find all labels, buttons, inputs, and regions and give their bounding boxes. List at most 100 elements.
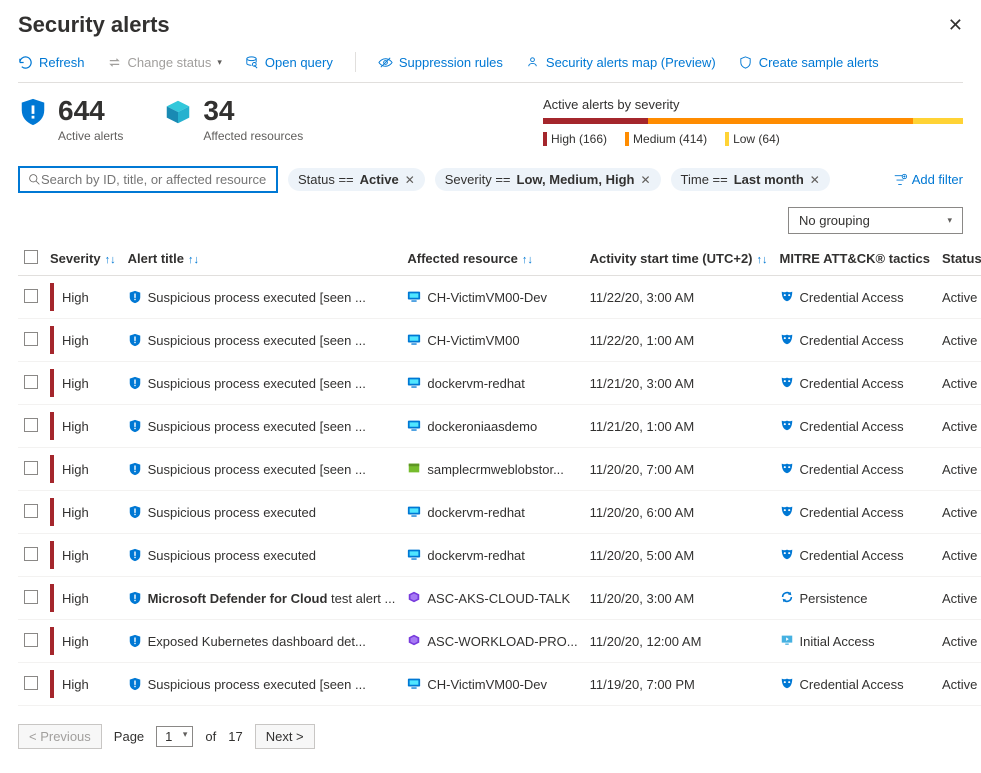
col-severity[interactable]: Severity↑↓	[44, 242, 122, 276]
refresh-button[interactable]: Refresh	[18, 55, 85, 70]
row-checkbox[interactable]	[24, 547, 38, 561]
alert-title: Suspicious process executed [seen ...	[148, 290, 366, 305]
alert-title: Exposed Kubernetes dashboard det...	[148, 634, 366, 649]
activity-time: 11/20/20, 6:00 AM	[584, 491, 774, 534]
col-title[interactable]: Alert title↑↓	[122, 242, 402, 276]
activity-time: 11/20/20, 12:00 AM	[584, 620, 774, 663]
row-checkbox[interactable]	[24, 504, 38, 518]
filter-pill-time[interactable]: Time == Last month✕	[671, 168, 830, 191]
divider	[355, 52, 356, 72]
table-row[interactable]: HighSuspicious process executed [seen ..…	[18, 319, 981, 362]
activity-time: 11/21/20, 1:00 AM	[584, 405, 774, 448]
resource-name: dockervm-redhat	[427, 376, 525, 391]
change-status-button[interactable]: Change status ▾	[107, 55, 222, 70]
col-resource[interactable]: Affected resource↑↓	[401, 242, 583, 276]
filter-pill-severity[interactable]: Severity == Low, Medium, High✕	[435, 168, 661, 191]
tactic-name: Persistence	[800, 591, 868, 606]
severity-panel: Active alerts by severity High (166) Med…	[543, 97, 963, 146]
tactic-name: Credential Access	[800, 419, 904, 434]
tactic-icon	[780, 461, 794, 478]
severity-strip	[50, 283, 54, 311]
table-row[interactable]: HighSuspicious process executeddockervm-…	[18, 534, 981, 577]
resource-icon	[407, 418, 421, 435]
resource-name: dockervm-redhat	[427, 505, 525, 520]
shield-icon	[128, 419, 142, 433]
alerts-map-button[interactable]: Security alerts map (Preview)	[525, 55, 716, 70]
resource-icon	[407, 289, 421, 306]
filter-icon	[893, 173, 907, 187]
suppression-rules-button[interactable]: Suppression rules	[378, 55, 503, 70]
swap-icon	[107, 55, 122, 70]
severity-value: High	[62, 591, 89, 606]
page-select[interactable]: 1 ▾	[156, 726, 193, 747]
tactic-icon	[780, 504, 794, 521]
remove-filter-icon[interactable]: ✕	[405, 173, 415, 187]
alert-title: Suspicious process executed [seen ...	[148, 333, 366, 348]
activity-time: 11/21/20, 3:00 AM	[584, 362, 774, 405]
row-checkbox[interactable]	[24, 676, 38, 690]
severity-medium-legend[interactable]: Medium (414)	[625, 132, 707, 146]
alert-title: Suspicious process executed [seen ...	[148, 376, 366, 391]
severity-bar	[543, 118, 963, 124]
table-row[interactable]: HighSuspicious process executed [seen ..…	[18, 663, 981, 706]
tactic-name: Credential Access	[800, 505, 904, 520]
tactic-icon	[780, 418, 794, 435]
shield-icon	[128, 677, 142, 691]
toolbar: Refresh Change status ▾ Open query Suppr…	[18, 48, 963, 83]
search-input-wrapper[interactable]	[18, 166, 278, 193]
table-row[interactable]: HighSuspicious process executed [seen ..…	[18, 448, 981, 491]
search-input[interactable]	[41, 172, 268, 187]
resource-name: CH-VictimVM00-Dev	[427, 677, 547, 692]
table-row[interactable]: HighSuspicious process executed [seen ..…	[18, 276, 981, 319]
create-sample-alerts-button[interactable]: Create sample alerts	[738, 55, 879, 70]
row-checkbox[interactable]	[24, 590, 38, 604]
resource-name: CH-VictimVM00	[427, 333, 519, 348]
filter-pill-status[interactable]: Status == Active✕	[288, 168, 425, 191]
shield-icon	[128, 290, 142, 304]
row-checkbox[interactable]	[24, 375, 38, 389]
col-time[interactable]: Activity start time (UTC+2)↑↓	[584, 242, 774, 276]
table-row[interactable]: HighSuspicious process executed [seen ..…	[18, 362, 981, 405]
resource-icon	[407, 504, 421, 521]
row-checkbox[interactable]	[24, 332, 38, 346]
table-row[interactable]: HighMicrosoft Defender for Cloud test al…	[18, 577, 981, 620]
active-alerts-count: 644	[58, 97, 123, 125]
shield-icon	[128, 333, 142, 347]
tactic-name: Credential Access	[800, 548, 904, 563]
chevron-down-icon: ▾	[217, 57, 222, 68]
row-checkbox[interactable]	[24, 633, 38, 647]
tactic-name: Credential Access	[800, 376, 904, 391]
add-filter-button[interactable]: Add filter	[893, 172, 963, 187]
table-row[interactable]: HighExposed Kubernetes dashboard det...A…	[18, 620, 981, 663]
severity-strip	[50, 369, 54, 397]
refresh-icon	[18, 55, 33, 70]
prev-page-button[interactable]: < Previous	[18, 724, 102, 749]
select-all-checkbox[interactable]	[24, 250, 38, 264]
col-tactics[interactable]: MITRE ATT&CK® tactics	[774, 242, 936, 276]
table-row[interactable]: HighSuspicious process executeddockervm-…	[18, 491, 981, 534]
shield-icon	[128, 462, 142, 476]
tactic-icon	[780, 633, 794, 650]
grouping-select[interactable]: No grouping ▾	[788, 207, 963, 234]
severity-low-legend[interactable]: Low (64)	[725, 132, 780, 146]
remove-filter-icon[interactable]: ✕	[810, 173, 820, 187]
open-query-button[interactable]: Open query	[244, 55, 333, 70]
row-checkbox[interactable]	[24, 461, 38, 475]
close-icon[interactable]: ✕	[948, 15, 963, 36]
row-checkbox[interactable]	[24, 289, 38, 303]
status-value: Active	[936, 362, 981, 405]
severity-value: High	[62, 419, 89, 434]
next-page-button[interactable]: Next >	[255, 724, 315, 749]
tactic-name: Credential Access	[800, 677, 904, 692]
col-status[interactable]: Status↑↓	[936, 242, 981, 276]
severity-high-legend[interactable]: High (166)	[543, 132, 607, 146]
table-row[interactable]: HighSuspicious process executed [seen ..…	[18, 405, 981, 448]
shield-icon	[128, 505, 142, 519]
status-value: Active	[936, 534, 981, 577]
query-icon	[244, 55, 259, 70]
row-checkbox[interactable]	[24, 418, 38, 432]
activity-time: 11/20/20, 7:00 AM	[584, 448, 774, 491]
remove-filter-icon[interactable]: ✕	[640, 173, 650, 187]
resource-icon	[407, 547, 421, 564]
status-value: Active	[936, 620, 981, 663]
